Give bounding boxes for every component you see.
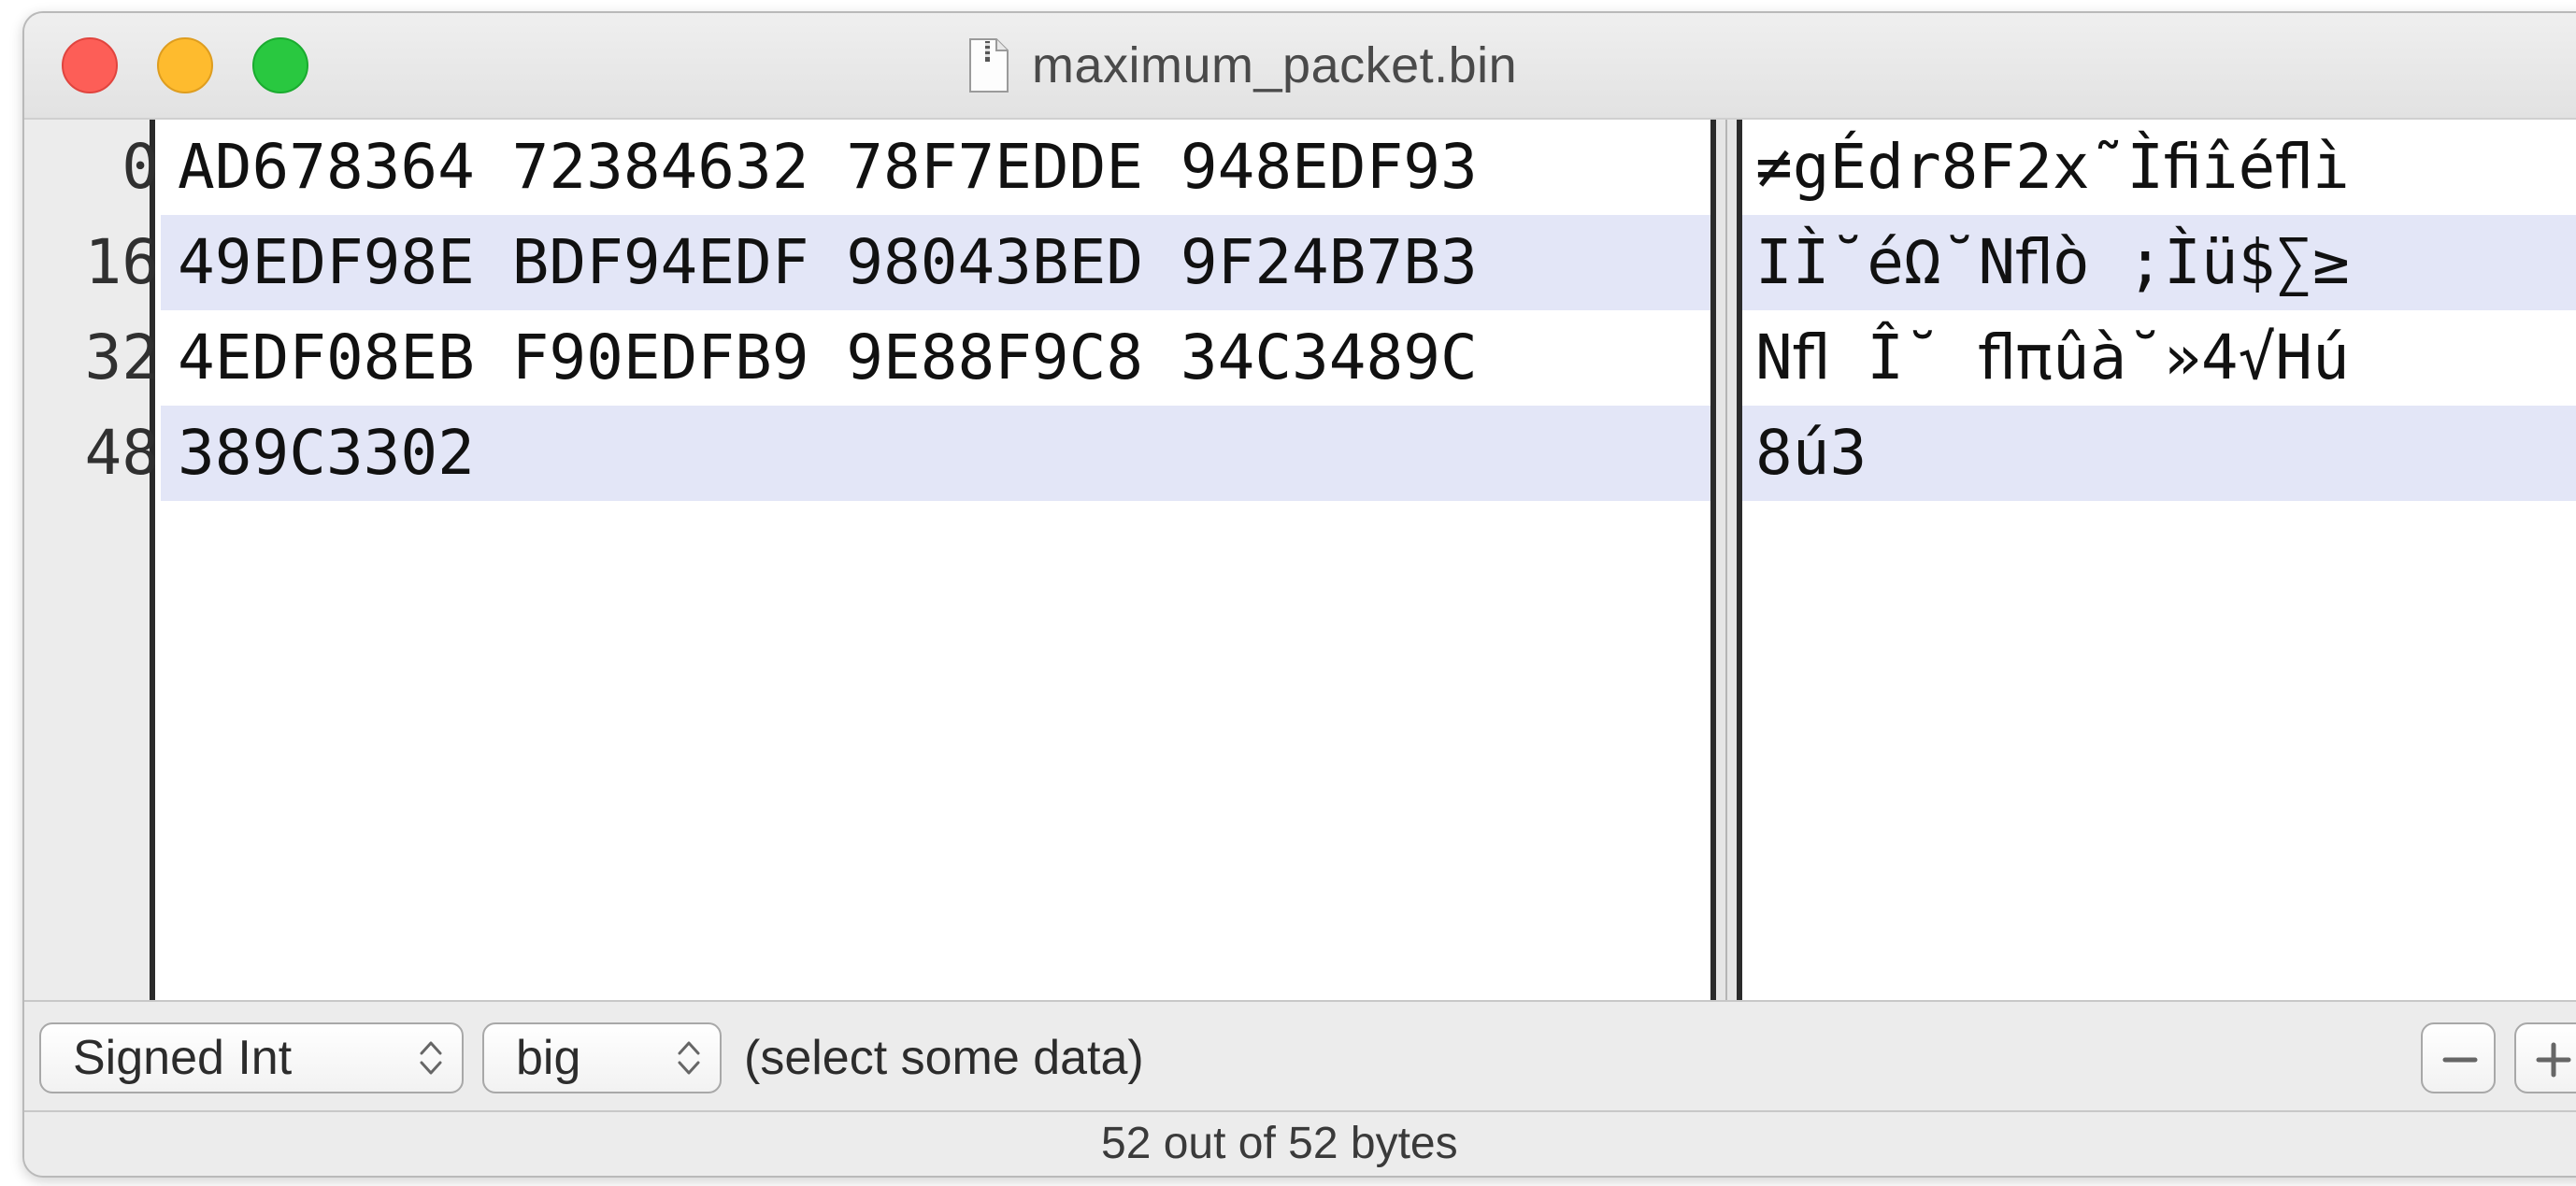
- endianness-select[interactable]: big: [482, 1022, 722, 1093]
- number-type-label: Signed Int: [73, 1031, 293, 1085]
- ascii-row[interactable]: IÌ˘éΩ˘Nﬂò ;Ìü$∑≥: [1755, 215, 2350, 310]
- row-offset: 16: [84, 226, 159, 298]
- add-inspector-button[interactable]: [2514, 1022, 2576, 1093]
- row-offset: 0: [122, 131, 159, 203]
- hex-row[interactable]: 4EDF08EB F90EDFB9 9E88F9C8 34C3489C: [178, 310, 1478, 406]
- status-bar: 52 out of 52 bytes: [24, 1112, 2576, 1176]
- close-window-button[interactable]: [62, 37, 118, 93]
- hex-row[interactable]: 49EDF98E BDF94EDF 98043BED 9F24B7B3: [178, 215, 1478, 310]
- window-title-group: maximum_packet.bin: [968, 36, 1517, 95]
- pane-divider[interactable]: [1710, 120, 1742, 1000]
- window-title: maximum_packet.bin: [1032, 37, 1518, 93]
- plus-icon: [2536, 1042, 2571, 1078]
- inspector-value: (select some data): [744, 1031, 1144, 1085]
- up-down-chevron-icon: [420, 1041, 442, 1075]
- title-bar[interactable]: maximum_packet.bin: [24, 13, 2576, 120]
- endianness-label: big: [516, 1031, 581, 1085]
- minimize-window-button[interactable]: [157, 37, 213, 93]
- document-icon: [969, 38, 1009, 93]
- remove-inspector-button[interactable]: [2421, 1022, 2496, 1093]
- hex-content-area[interactable]: 0 16 32 48 AD678364 72384632 78F7EDDE 94…: [24, 120, 2576, 1000]
- byte-count-status: 52 out of 52 bytes: [1101, 1119, 1458, 1168]
- ascii-row[interactable]: Nﬂ Î˘ ﬂπûà˘»4√Hú: [1755, 310, 2350, 406]
- hex-row[interactable]: 389C3302: [178, 406, 475, 501]
- up-down-chevron-icon: [678, 1041, 700, 1075]
- minus-icon: [2442, 1057, 2478, 1063]
- hex-editor-window: maximum_packet.bin 0 16 32 48 AD678364 7…: [22, 11, 2576, 1178]
- row-offset: 48: [84, 417, 159, 489]
- zoom-window-button[interactable]: [252, 37, 308, 93]
- ascii-row[interactable]: 8ú3: [1755, 406, 1867, 501]
- number-type-select[interactable]: Signed Int: [39, 1022, 464, 1093]
- row-offset: 32: [84, 322, 159, 393]
- data-inspector-bar: Signed Int big (select some data): [24, 1000, 2576, 1112]
- hex-row[interactable]: AD678364 72384632 78F7EDDE 948EDF93: [178, 120, 1478, 215]
- ascii-row-highlight: [1742, 406, 2576, 501]
- ascii-row[interactable]: ≠gÉdr8F2x˜Ìﬁîéﬂì: [1755, 120, 2350, 215]
